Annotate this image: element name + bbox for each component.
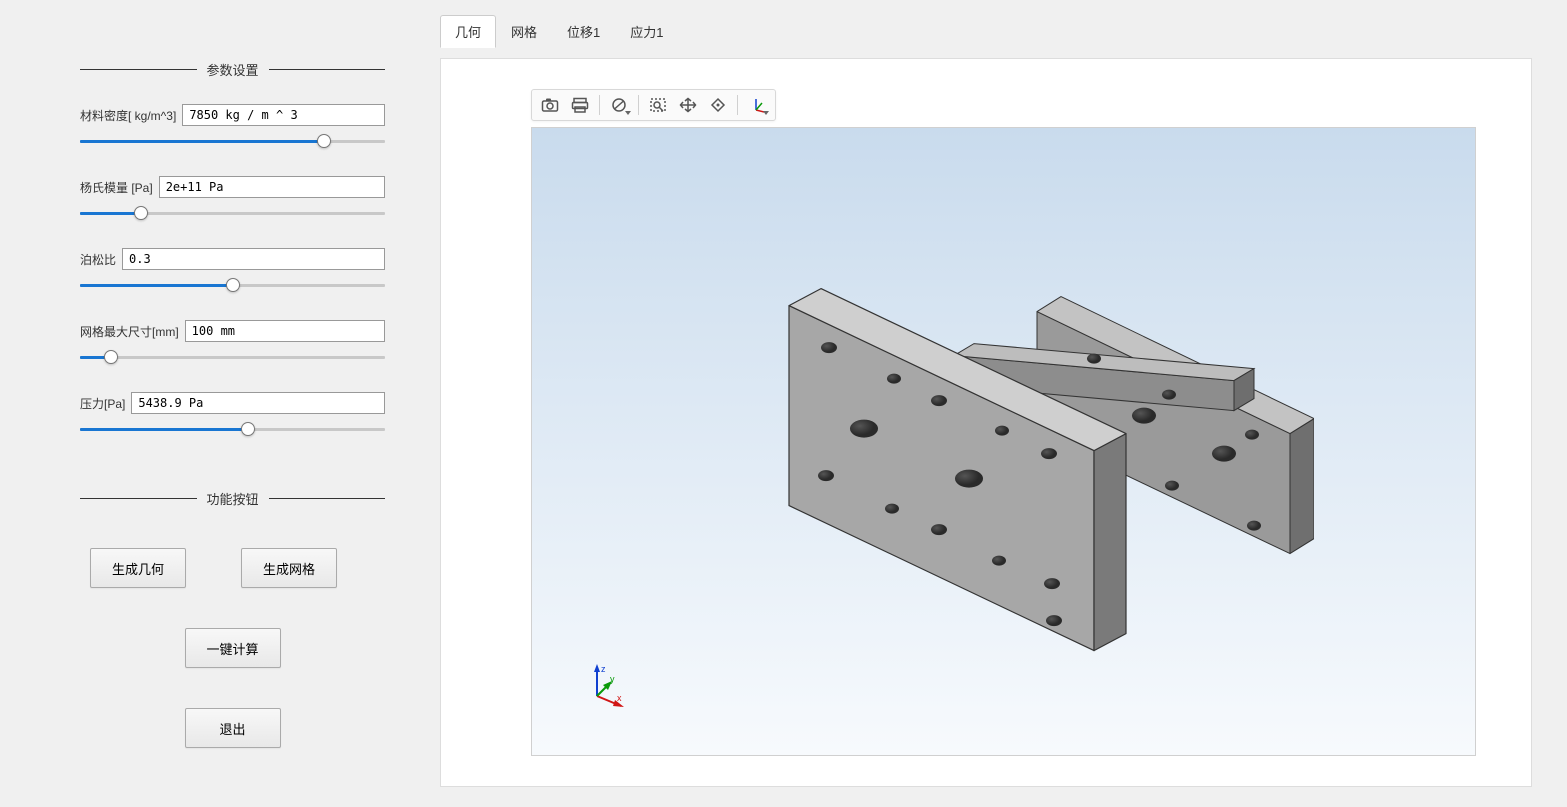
param-slider[interactable] [80, 131, 385, 151]
axis-gizmo-icon: z y x [577, 662, 625, 710]
camera-icon[interactable] [536, 93, 564, 117]
solve-button[interactable]: 一键计算 [185, 628, 281, 668]
param-input[interactable] [122, 248, 385, 270]
tab-1[interactable]: 网格 [496, 15, 552, 48]
tab-2[interactable]: 位移1 [552, 15, 615, 48]
section-title-params: 参数设置 [197, 60, 269, 79]
viewport-3d[interactable]: z y x [531, 127, 1476, 756]
button-grid: 生成几何 生成网格 一键计算 退出 [80, 528, 385, 748]
rotate-icon[interactable] [704, 93, 732, 117]
tab-0[interactable]: 几何 [440, 15, 496, 48]
sidebar: 参数设置 材料密度[ kg/m^3] 杨氏模量 [Pa] 泊松比 [0, 0, 435, 807]
tabs: 几何网格位移1应力1 [440, 15, 1532, 48]
param-slider[interactable] [80, 347, 385, 367]
param-input[interactable] [182, 104, 385, 126]
param-slider[interactable] [80, 275, 385, 295]
zoom-box-icon[interactable] [644, 93, 672, 117]
param-label: 泊松比 [80, 251, 122, 268]
generate-mesh-button[interactable]: 生成网格 [241, 548, 337, 588]
section-header-params: 参数设置 [80, 60, 385, 79]
exit-button[interactable]: 退出 [185, 708, 281, 748]
axis-z-label: z [601, 664, 606, 674]
tab-3[interactable]: 应力1 [615, 15, 678, 48]
param-slider[interactable] [80, 203, 385, 223]
block-icon[interactable] [605, 93, 633, 117]
main-area: 几何网格位移1应力1 [435, 0, 1567, 807]
model-render [694, 235, 1314, 665]
params-container: 材料密度[ kg/m^3] 杨氏模量 [Pa] 泊松比 网格最大尺寸[mm] [80, 104, 385, 439]
generate-geometry-button[interactable]: 生成几何 [90, 548, 186, 588]
print-icon[interactable] [566, 93, 594, 117]
param-label: 杨氏模量 [Pa] [80, 179, 159, 196]
section-header-func: 功能按钮 [80, 489, 385, 508]
viewer-toolbar [531, 89, 776, 121]
param-slider[interactable] [80, 419, 385, 439]
param-label: 压力[Pa] [80, 395, 131, 412]
param-label: 材料密度[ kg/m^3] [80, 107, 182, 124]
axis-x-label: x [617, 693, 622, 703]
axes-icon[interactable] [743, 93, 771, 117]
axis-y-label: y [610, 674, 615, 684]
pan-icon[interactable] [674, 93, 702, 117]
section-title-func: 功能按钮 [197, 489, 269, 508]
viewer-panel: z y x [440, 58, 1532, 787]
param-input[interactable] [159, 176, 385, 198]
param-label: 网格最大尺寸[mm] [80, 323, 185, 340]
param-input[interactable] [131, 392, 385, 414]
param-input[interactable] [185, 320, 385, 342]
